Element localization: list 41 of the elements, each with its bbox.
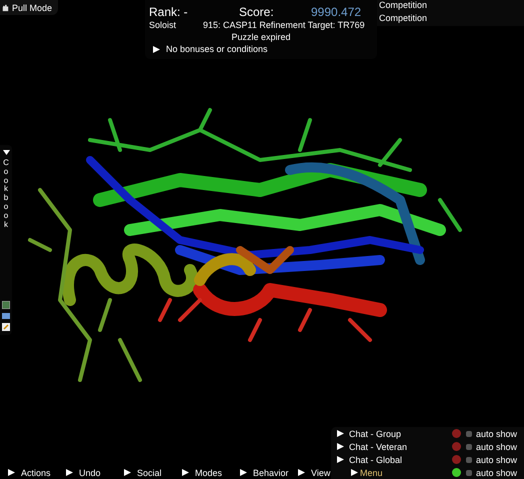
- folder-icon[interactable]: [2, 312, 10, 320]
- menu-item[interactable]: Behavior: [240, 468, 298, 478]
- player-type: Soloist: [149, 20, 176, 31]
- score-value: 9990.472: [311, 4, 362, 18]
- menu-item[interactable]: Modes: [182, 468, 240, 478]
- auto-show-checkbox[interactable]: [466, 444, 472, 450]
- expand-arrow-icon: [66, 469, 73, 476]
- auto-show-label: auto show: [476, 428, 518, 438]
- expand-arrow-icon: [240, 469, 247, 476]
- competition-label: Competition: [377, 0, 524, 13]
- conditions-toggle[interactable]: No bonuses or conditions: [149, 44, 373, 54]
- expand-arrow-icon: [2, 149, 10, 156]
- auto-show-checkbox[interactable]: [466, 456, 472, 462]
- menu-item[interactable]: Undo: [66, 468, 124, 478]
- auto-show-label: auto show: [476, 442, 518, 452]
- expand-arrow-icon: [8, 469, 15, 476]
- menu-item[interactable]: Actions: [8, 468, 66, 478]
- chat-toggle[interactable]: Chat - Veteran: [337, 442, 452, 452]
- chat-toggle[interactable]: Chat - Group: [337, 428, 452, 438]
- note-icon[interactable]: [2, 323, 10, 331]
- chat-toggle[interactable]: Chat - Global: [337, 454, 452, 464]
- menu-item[interactable]: Social: [124, 468, 182, 478]
- auto-show-checkbox[interactable]: [466, 470, 472, 476]
- expand-arrow-icon: [124, 469, 131, 476]
- auto-show-checkbox[interactable]: [466, 430, 472, 436]
- menu-button[interactable]: Menu: [351, 468, 383, 478]
- expand-arrow-icon: [182, 469, 189, 476]
- menu-item[interactable]: View: [298, 468, 330, 478]
- hand-icon: [2, 2, 9, 12]
- puzzle-title: 915: CASP11 Refinement Target: TR769: [203, 20, 365, 31]
- cookbook-toggle[interactable]: Cookbook: [2, 149, 10, 230]
- pull-mode-button[interactable]: Pull Mode: [0, 0, 58, 15]
- expand-arrow-icon: [298, 469, 305, 476]
- rank-label: Rank: -: [149, 4, 189, 18]
- expand-arrow-icon: [153, 46, 160, 52]
- terminal-icon[interactable]: [2, 301, 10, 309]
- competition-label: Competition: [377, 13, 524, 26]
- auto-show-label: auto show: [476, 468, 518, 478]
- score-label: Score:: [239, 4, 275, 18]
- puzzle-status: Puzzle expired: [231, 32, 291, 42]
- auto-show-label: auto show: [476, 454, 518, 464]
